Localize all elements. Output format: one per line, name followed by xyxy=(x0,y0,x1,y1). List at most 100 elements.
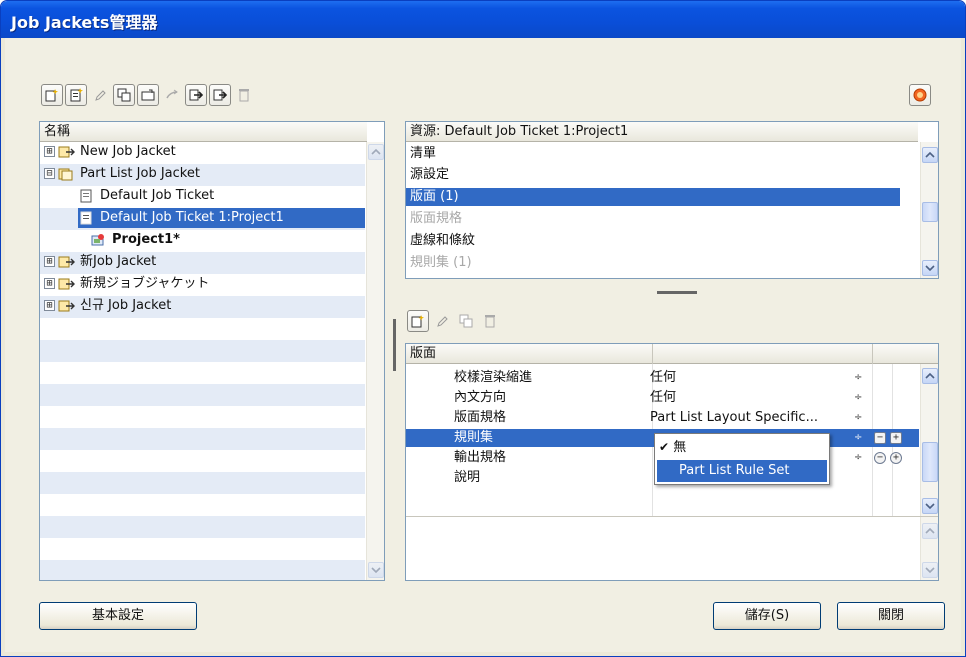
import-button[interactable] xyxy=(185,84,207,106)
jacket-tree-list: ⊞ New Job Jacket ⊟ Part List Job Jacket De… xyxy=(40,142,365,580)
prop-name: 內文方向 xyxy=(454,390,507,405)
tree-item-label: Default Job Ticket xyxy=(100,188,215,203)
resources-scrollbar[interactable] xyxy=(920,142,938,278)
tree-item-label: Part List Job Jacket xyxy=(80,166,200,181)
tree-item-label: 신규 Job Jacket xyxy=(80,298,172,313)
new-ticket-button[interactable] xyxy=(65,84,87,106)
prop-row-text-direction[interactable]: 內文方向 任何 ÷ xyxy=(406,389,919,407)
tree-item-new-job-jacket-zh[interactable]: ⊞ 新Job Jacket xyxy=(44,252,156,272)
scroll-up-arrow[interactable] xyxy=(922,147,938,163)
tree-column-header[interactable]: 名稱 xyxy=(40,122,367,142)
add-icon[interactable]: + xyxy=(890,432,902,444)
stepper-icon[interactable]: ÷ xyxy=(854,409,862,427)
resource-item-rule-sets[interactable]: 規則集 (1) xyxy=(406,254,900,272)
jacket-tree-panel: 名稱 ⊞ New Job Jacket ⊟ Part List Job Jacket… xyxy=(39,121,385,581)
resources-header[interactable]: 資源: Default Job Ticket 1:Project1 xyxy=(406,122,918,142)
delete-button[interactable] xyxy=(233,84,255,106)
title-bar[interactable]: Job Jackets管理器 xyxy=(1,1,965,38)
prop-name: 校樣渲染縮進 xyxy=(454,370,533,385)
scroll-down-arrow[interactable] xyxy=(922,260,938,276)
link-button[interactable] xyxy=(161,84,183,106)
jacket-icon xyxy=(58,256,75,267)
tree-item-project1[interactable]: Project1* xyxy=(90,230,180,250)
export-button[interactable] xyxy=(209,84,231,106)
resource-item-list[interactable]: 清單 xyxy=(406,145,900,163)
ticket-icon xyxy=(80,211,92,224)
prop-value[interactable]: Part List Layout Specific... xyxy=(650,409,818,427)
open-folder-icon xyxy=(141,89,155,101)
remove-icon[interactable]: − xyxy=(874,432,886,444)
column-divider xyxy=(652,344,653,364)
new-item-button[interactable] xyxy=(407,310,429,332)
arrow-down-icon xyxy=(925,265,935,272)
duplicate-button[interactable] xyxy=(113,84,135,106)
resource-item-source-settings[interactable]: 源設定 xyxy=(406,166,900,184)
expand-toggle[interactable]: ⊞ xyxy=(44,300,55,311)
preferences-button[interactable]: 基本設定 xyxy=(39,602,197,630)
arrow-down-icon xyxy=(925,567,935,574)
stepper-icon[interactable]: ÷ xyxy=(854,429,862,447)
vertical-splitter[interactable] xyxy=(393,319,396,371)
prop-row-proof-rendering[interactable]: 校樣渲染縮進 任何 ÷ xyxy=(406,369,919,387)
duplicate-item-button[interactable] xyxy=(455,310,477,332)
new-jacket-button[interactable] xyxy=(41,84,63,106)
help-button[interactable] xyxy=(909,84,931,106)
remove-icon[interactable]: − xyxy=(874,452,886,464)
tree-item-new-job-jacket-ja[interactable]: ⊞ 新規ジョブジャケット xyxy=(44,274,209,294)
resource-item-layout-spec[interactable]: 版面規格 xyxy=(406,210,900,228)
collapse-toggle[interactable]: ⊟ xyxy=(44,168,55,179)
scroll-up-arrow[interactable] xyxy=(922,368,938,384)
dropdown-item-none[interactable]: ✔ 無 xyxy=(657,436,827,458)
scroll-down-arrow[interactable] xyxy=(922,498,938,514)
tree-item-part-list-job-jacket[interactable]: ⊟ Part List Job Jacket xyxy=(44,164,200,184)
delete-item-button[interactable] xyxy=(479,310,501,332)
panel-divider xyxy=(406,516,938,517)
dropdown-item-part-list-rule-set[interactable]: Part List Rule Set xyxy=(657,460,827,482)
resource-item-layout[interactable]: 版面 (1) xyxy=(406,188,900,206)
expand-toggle[interactable]: ⊞ xyxy=(44,256,55,267)
prop-value[interactable]: 任何 xyxy=(650,369,676,387)
close-button[interactable]: 關閉 xyxy=(837,602,945,630)
open-button[interactable] xyxy=(137,84,159,106)
tree-item-new-job-jacket-ko[interactable]: ⊞ 신규 Job Jacket xyxy=(44,296,171,316)
resources-list: 清單 源設定 版面 (1) 版面規格 虛線和條紋 規則集 (1) xyxy=(406,142,919,278)
jacket-icon xyxy=(58,146,75,157)
scroll-up-arrow[interactable] xyxy=(922,523,938,539)
scroll-up-arrow[interactable] xyxy=(368,144,384,160)
tree-scrollbar[interactable] xyxy=(366,142,384,580)
delete-icon xyxy=(239,89,249,102)
scroll-thumb[interactable] xyxy=(922,202,938,222)
prop-name: 版面規格 xyxy=(454,410,507,425)
scroll-thumb[interactable] xyxy=(922,442,938,482)
horizontal-splitter[interactable] xyxy=(657,291,697,294)
ticket-icon xyxy=(80,189,92,202)
delete-icon xyxy=(485,315,495,328)
properties-header-label: 版面 xyxy=(410,346,437,361)
expand-toggle[interactable]: ⊞ xyxy=(44,278,55,289)
tree-item-default-job-ticket[interactable]: Default Job Ticket xyxy=(78,186,214,206)
prop-value[interactable]: 任何 xyxy=(650,389,676,407)
new-ticket-icon xyxy=(70,88,83,102)
jacket-icon xyxy=(58,168,73,180)
edit-item-button[interactable] xyxy=(431,310,453,332)
add-icon[interactable]: + xyxy=(890,452,902,464)
properties-scrollbar[interactable] xyxy=(920,364,938,516)
scroll-down-arrow[interactable] xyxy=(922,562,938,578)
tree-item-label: Project1* xyxy=(112,232,180,247)
stepper-icon[interactable]: ÷ xyxy=(854,369,862,387)
resource-item-dashes-stripes[interactable]: 虛線和條紋 xyxy=(406,232,900,250)
project-icon xyxy=(91,233,104,245)
save-button[interactable]: 儲存(S) xyxy=(713,602,821,630)
expand-toggle[interactable]: ⊞ xyxy=(44,146,55,157)
stepper-icon[interactable]: ÷ xyxy=(854,449,862,467)
prop-row-layout-spec[interactable]: 版面規格 Part List Layout Specific... ÷ xyxy=(406,409,919,427)
stepper-icon[interactable]: ÷ xyxy=(854,389,862,407)
duplicate-icon xyxy=(459,314,473,328)
column-divider xyxy=(872,344,873,364)
tree-item-new-job-jacket[interactable]: ⊞ New Job Jacket xyxy=(44,142,176,162)
tree-item-default-job-ticket-project1[interactable]: Default Job Ticket 1:Project1 xyxy=(78,208,365,228)
edit-button[interactable] xyxy=(89,84,111,106)
edit-pencil-icon xyxy=(95,90,106,101)
scroll-down-arrow[interactable] xyxy=(368,562,384,578)
description-scrollbar[interactable] xyxy=(920,517,938,580)
